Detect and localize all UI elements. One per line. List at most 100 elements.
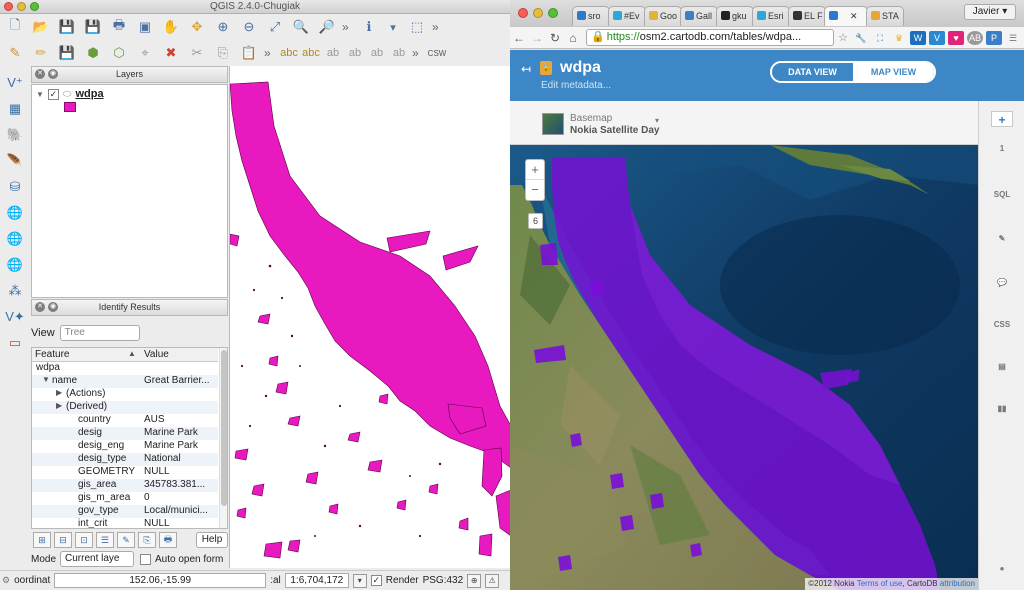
cut-features-icon[interactable]: ✂ — [186, 43, 208, 63]
show-labels-icon[interactable]: ab — [346, 43, 364, 63]
collapse-tree-icon[interactable]: ⊟ — [54, 532, 72, 548]
save-edits-icon[interactable]: 💾 — [56, 43, 78, 63]
add-feature-icon[interactable]: ⬢ — [82, 43, 104, 63]
view-select[interactable]: Tree — [59, 325, 140, 341]
toolbar-overflow-3-icon[interactable]: » — [264, 46, 276, 60]
add-raster-layer-icon[interactable]: ▦ — [3, 98, 27, 120]
zoom-selection-icon[interactable]: 🔎 — [316, 17, 338, 37]
current-edits-icon[interactable]: ✎ — [4, 43, 26, 63]
zoom-in-icon[interactable]: ⊕ — [212, 17, 234, 37]
help-tool[interactable]: ● — [991, 561, 1013, 577]
browser-tab[interactable]: EL F — [788, 6, 826, 26]
address-bar[interactable]: 🔒 https://osm2.cartodb.com/tables/wdpa... — [586, 29, 834, 46]
close-tab-icon[interactable]: ✕ — [850, 11, 858, 21]
tree-row[interactable]: ▼wdpa — [32, 362, 218, 375]
pin-labels-icon[interactable]: ab — [324, 43, 342, 63]
sql-tool[interactable]: SQL — [991, 187, 1013, 203]
back-icon[interactable]: ← — [510, 31, 528, 45]
table-title[interactable]: wdpa — [560, 59, 601, 77]
messages-icon[interactable]: ⚠ — [485, 573, 500, 588]
mode-select[interactable]: Current laye — [60, 551, 135, 567]
pan-to-selection-icon[interactable]: ✥ — [186, 17, 208, 37]
tree-row[interactable]: int_crit NULL — [32, 518, 218, 528]
clear-highlights-icon[interactable]: ✎ — [117, 532, 135, 548]
feature-column-header[interactable]: Feature — [35, 349, 69, 360]
filters-tool[interactable]: ▮▮ — [991, 401, 1013, 417]
close-panel-icon[interactable]: ✕ — [35, 302, 45, 312]
close-panel-icon[interactable]: ✕ — [35, 69, 45, 79]
tree-row[interactable]: desig_type National — [32, 453, 218, 466]
qgis-map-canvas[interactable] — [229, 66, 510, 568]
tree-row[interactable]: gov_type Local/munici... — [32, 505, 218, 518]
reload-icon[interactable]: ↻ — [546, 31, 564, 45]
css-tool[interactable]: CSS — [991, 317, 1013, 333]
open-project-icon[interactable]: 📂 — [30, 17, 52, 37]
scale-dropdown-icon[interactable]: ▾ — [352, 573, 367, 588]
add-postgis-layer-icon[interactable]: 🐘 — [3, 124, 27, 146]
expand-tree-icon[interactable]: ⊞ — [33, 532, 51, 548]
expand-arrow-icon[interactable]: ▶ — [56, 388, 62, 397]
save-project-icon[interactable]: 💾 — [56, 17, 78, 37]
zoom-full-icon[interactable]: ⤢ — [264, 17, 286, 37]
basemap-selector[interactable]: Nokia Satellite Day — [570, 125, 659, 136]
layer-labeling-icon[interactable]: abc — [302, 43, 320, 63]
forward-icon[interactable]: → — [528, 31, 546, 45]
legend-tool[interactable]: ▤ — [991, 359, 1013, 375]
add-spatialite-layer-icon[interactable]: 🪶 — [3, 150, 27, 172]
layer-item-wdpa[interactable]: ▼ ✓ ⬭ wdpa — [36, 88, 104, 100]
browser-tab[interactable]: STA — [866, 6, 904, 26]
node-tool-icon[interactable]: ⌖ — [134, 43, 156, 63]
browser-tab[interactable]: Gall — [680, 6, 718, 26]
tree-row[interactable]: GEOMETRY NULL — [32, 466, 218, 479]
tree-row[interactable]: ▶ (Derived) — [32, 401, 218, 414]
label-icon[interactable]: abc — [280, 43, 298, 63]
tree-row[interactable]: gis_m_area 0 — [32, 492, 218, 505]
home-icon[interactable]: ⌂ — [564, 31, 582, 45]
close-window-button[interactable] — [518, 8, 528, 18]
add-layer-tool[interactable]: + — [991, 111, 1013, 127]
extension-icon[interactable]: AB — [967, 30, 983, 45]
move-feature-icon[interactable]: ⬡ — [108, 43, 130, 63]
chrome-menu-icon[interactable]: ☰ — [1005, 31, 1021, 45]
new-shapefile-icon[interactable]: V✦ — [3, 306, 27, 328]
float-panel-icon[interactable]: ◉ — [48, 69, 58, 79]
toolbar-overflow-2-icon[interactable]: » — [432, 20, 444, 34]
tree-row[interactable]: gis_area 345783.381... — [32, 479, 218, 492]
user-profile-button[interactable]: Javier ▾ — [964, 4, 1016, 20]
help-button[interactable]: Help — [196, 532, 228, 548]
extension-crown-icon[interactable]: ♛ — [891, 31, 907, 45]
epsg-label[interactable]: PSG:432 — [423, 575, 464, 586]
bookmark-star-icon[interactable]: ☆ — [836, 31, 850, 44]
scale-field[interactable]: 1:6,704,172 — [284, 573, 349, 588]
add-wms-layer-icon[interactable]: 🌐 — [3, 202, 27, 224]
copy-feature-icon[interactable]: ⎘ — [138, 532, 156, 548]
infowindow-tool[interactable]: 💬 — [991, 275, 1013, 291]
browser-tab[interactable]: Goo — [644, 6, 682, 26]
move-label-icon[interactable]: ab — [368, 43, 386, 63]
tree-row[interactable]: ▼ name Great Barrier... — [32, 375, 218, 388]
render-checkbox[interactable]: ✓ — [370, 575, 382, 586]
print-composer-manager-icon[interactable]: ▣ — [134, 17, 156, 37]
browser-tab[interactable]: Esri — [752, 6, 790, 26]
zoom-layer-icon[interactable]: 🔍 — [290, 17, 312, 37]
toolbar-overflow-icon[interactable]: » — [342, 20, 354, 34]
toggle-editing-icon[interactable]: ✏ — [30, 43, 52, 63]
browser-tab[interactable]: gku — [716, 6, 754, 26]
basemap-dropdown-icon[interactable]: ▾ — [655, 116, 659, 125]
zoom-window-button[interactable] — [30, 2, 39, 11]
browser-tab[interactable]: sro — [572, 6, 610, 26]
expand-arrow-icon[interactable]: ▼ — [36, 90, 44, 99]
wizard-tool[interactable]: ✎ — [991, 231, 1013, 247]
csw-icon[interactable]: CSW — [428, 43, 447, 63]
wrench-icon[interactable]: 🔧 — [853, 31, 869, 45]
minimize-window-button[interactable] — [533, 8, 543, 18]
print-response-icon[interactable]: 🖶 — [159, 532, 177, 548]
tree-row[interactable]: desig_eng Marine Park — [32, 440, 218, 453]
map-view-tab[interactable]: MAP VIEW — [853, 63, 934, 81]
minimize-window-button[interactable] — [17, 2, 26, 11]
tree-scrollbar[interactable] — [219, 348, 227, 528]
privacy-lock-icon[interactable]: 🔒 — [540, 61, 552, 75]
cartodb-map[interactable]: + − 6 ©2012 Nokia Terms of use, CartoDB … — [510, 145, 978, 590]
auto-open-form-checkbox[interactable] — [140, 553, 152, 565]
pan-icon[interactable]: ✋ — [160, 17, 182, 37]
